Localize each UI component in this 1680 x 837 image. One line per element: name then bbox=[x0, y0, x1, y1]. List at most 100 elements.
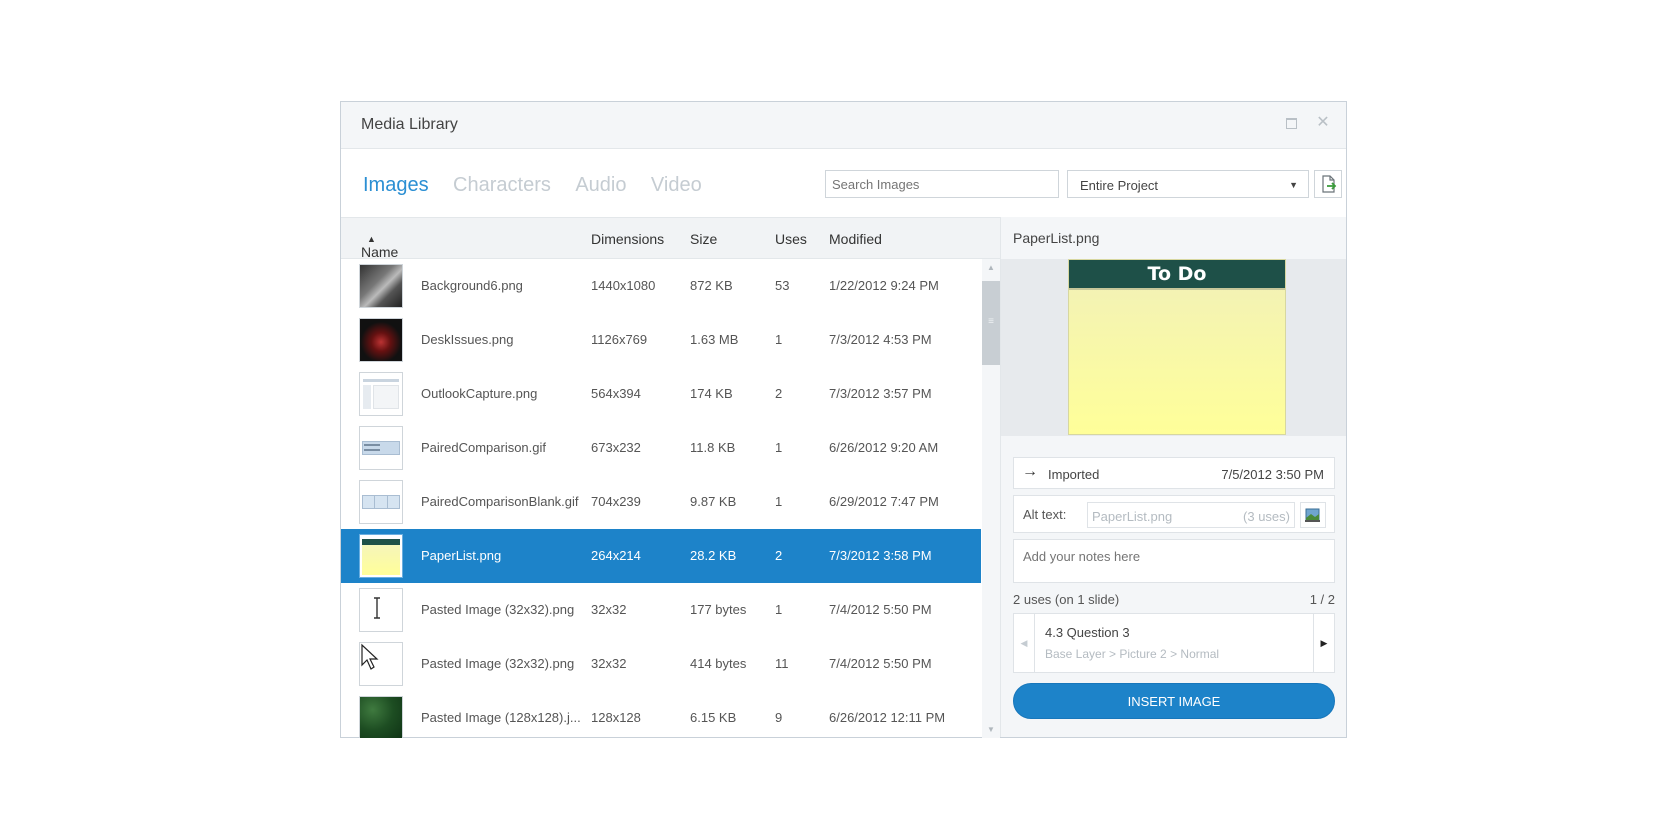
arrow-right-icon: → bbox=[1022, 463, 1038, 480]
usage-card: ◀ 4.3 Question 3 Base Layer > Picture 2 … bbox=[1013, 613, 1335, 673]
scroll-thumb[interactable]: ≡ bbox=[982, 281, 1000, 365]
alt-text-field[interactable]: PaperList.png (3 uses) bbox=[1087, 502, 1295, 528]
export-button[interactable] bbox=[1314, 170, 1342, 198]
list-scrollbar[interactable]: ▲ ≡ ▼ bbox=[982, 259, 1000, 738]
table-row[interactable]: PairedComparisonBlank.gif 704x239 9.87 K… bbox=[341, 475, 981, 529]
file-uses: 1 bbox=[775, 440, 783, 455]
image-preview: To Do bbox=[1001, 259, 1346, 436]
table-row[interactable]: DeskIssues.png 1126x769 1.63 MB 1 7/3/20… bbox=[341, 313, 981, 367]
file-size: 28.2 KB bbox=[690, 548, 737, 563]
file-size: 414 bytes bbox=[690, 656, 747, 671]
table-row[interactable]: PairedComparison.gif 673x232 11.8 KB 1 6… bbox=[341, 421, 981, 475]
media-library-window: Media Library ✕ Images Characters Audio … bbox=[340, 101, 1347, 738]
imported-label: Imported bbox=[1048, 467, 1100, 482]
insert-image-button[interactable]: INSERT IMAGE bbox=[1013, 683, 1335, 719]
file-uses: 1 bbox=[775, 494, 783, 509]
file-uses: 1 bbox=[775, 602, 783, 617]
file-modified: 7/3/2012 3:57 PM bbox=[829, 386, 932, 401]
media-type-tabs: Images Characters Audio Video bbox=[363, 174, 722, 197]
thumbnail-image bbox=[359, 588, 403, 632]
table-row[interactable]: Pasted Image (32x32).png 32x32 414 bytes… bbox=[341, 637, 981, 691]
file-modified: 1/22/2012 9:24 PM bbox=[829, 278, 939, 293]
window-title: Media Library bbox=[361, 116, 458, 133]
thumbnail-image bbox=[359, 372, 403, 416]
details-panel: PaperList.png To Do → Imported 7/5/2012 … bbox=[1000, 217, 1346, 737]
scroll-up-icon[interactable]: ▲ bbox=[987, 263, 995, 272]
table-row[interactable]: Pasted Image (32x32).png 32x32 177 bytes… bbox=[341, 583, 981, 637]
alt-text-label: Alt text: bbox=[1023, 507, 1067, 522]
alt-text-value: PaperList.png bbox=[1092, 509, 1173, 524]
column-modified-header[interactable]: Modified bbox=[829, 231, 882, 247]
scope-dropdown[interactable]: Entire Project ▼ bbox=[1067, 170, 1309, 198]
chevron-left-icon: ◀ bbox=[1020, 638, 1028, 648]
tab-images[interactable]: Images bbox=[363, 174, 429, 197]
maximize-icon bbox=[1285, 118, 1297, 129]
file-dimensions: 704x239 bbox=[591, 494, 641, 509]
media-list: Background6.png 1440x1080 872 KB 53 1/22… bbox=[341, 259, 981, 738]
uses-summary: 2 uses (on 1 slide) bbox=[1013, 592, 1120, 607]
file-name: OutlookCapture.png bbox=[421, 386, 538, 401]
usage-slide[interactable]: 4.3 Question 3 bbox=[1045, 625, 1130, 640]
imported-date: 7/5/2012 3:50 PM bbox=[1221, 467, 1324, 482]
thumbnail-image bbox=[359, 264, 403, 308]
column-size-header[interactable]: Size bbox=[690, 231, 717, 247]
search-input[interactable] bbox=[825, 170, 1059, 198]
file-modified: 6/29/2012 7:47 PM bbox=[829, 494, 939, 509]
file-size: 1.63 MB bbox=[690, 332, 739, 347]
text-cursor-icon bbox=[374, 597, 380, 619]
chevron-down-icon: ▼ bbox=[1289, 180, 1298, 190]
scroll-down-icon[interactable]: ▼ bbox=[987, 725, 995, 734]
thumbnail-image bbox=[359, 534, 403, 578]
file-name: Background6.png bbox=[421, 278, 523, 293]
table-row[interactable]: Background6.png 1440x1080 872 KB 53 1/22… bbox=[341, 259, 981, 313]
close-button[interactable]: ✕ bbox=[1314, 114, 1332, 132]
list-header: Name ▲ Dimensions Size Uses Modified bbox=[341, 217, 1000, 260]
file-name: PairedComparisonBlank.gif bbox=[421, 494, 579, 509]
file-uses: 2 bbox=[775, 386, 783, 401]
file-size: 11.8 KB bbox=[690, 440, 736, 455]
thumbnail-image bbox=[359, 318, 403, 362]
preview-image-heading: To Do bbox=[1147, 263, 1207, 285]
export-file-icon bbox=[1322, 175, 1337, 193]
file-uses: 2 bbox=[775, 548, 783, 563]
file-modified: 6/26/2012 9:20 AM bbox=[829, 440, 939, 455]
maximize-button[interactable] bbox=[1282, 114, 1300, 132]
column-name-header[interactable]: Name ▲ bbox=[361, 231, 398, 260]
file-uses: 1 bbox=[775, 332, 783, 347]
table-row-selected[interactable]: PaperList.png 264x214 28.2 KB 2 7/3/2012… bbox=[341, 529, 981, 583]
chevron-right-icon: ▶ bbox=[1320, 638, 1328, 648]
alt-text-uses: (3 uses) bbox=[1243, 509, 1290, 524]
file-dimensions: 32x32 bbox=[591, 656, 627, 671]
file-modified: 7/3/2012 4:53 PM bbox=[829, 332, 932, 347]
picture-icon bbox=[1305, 508, 1320, 522]
alt-text-image-button[interactable] bbox=[1300, 502, 1326, 528]
file-name: PaperList.png bbox=[421, 548, 502, 563]
file-uses: 53 bbox=[775, 278, 790, 293]
table-row[interactable]: OutlookCapture.png 564x394 174 KB 2 7/3/… bbox=[341, 367, 981, 421]
column-dimensions-header[interactable]: Dimensions bbox=[591, 231, 664, 247]
file-dimensions: 1126x769 bbox=[591, 332, 648, 347]
next-usage-button[interactable]: ▶ bbox=[1313, 614, 1334, 672]
tab-video[interactable]: Video bbox=[651, 174, 702, 197]
notes-field[interactable] bbox=[1013, 539, 1335, 583]
tab-audio[interactable]: Audio bbox=[575, 174, 626, 197]
file-dimensions: 564x394 bbox=[591, 386, 641, 401]
table-row[interactable]: Pasted Image (128x128).j... 128x128 6.15… bbox=[341, 691, 981, 738]
tab-characters[interactable]: Characters bbox=[453, 174, 551, 197]
usage-pager: 1 / 2 bbox=[1309, 592, 1335, 607]
file-size: 9.87 KB bbox=[690, 494, 737, 509]
file-uses: 9 bbox=[775, 710, 783, 725]
file-name: DeskIssues.png bbox=[421, 332, 514, 347]
file-dimensions: 32x32 bbox=[591, 602, 627, 617]
file-uses: 11 bbox=[775, 656, 789, 671]
previous-usage-button[interactable]: ◀ bbox=[1014, 614, 1035, 672]
file-dimensions: 264x214 bbox=[591, 548, 641, 563]
thumbnail-image bbox=[359, 480, 403, 524]
preview-image-header: To Do bbox=[1069, 260, 1285, 290]
file-name: Pasted Image (32x32).png bbox=[421, 602, 575, 617]
column-uses-header[interactable]: Uses bbox=[775, 231, 807, 247]
scope-selected: Entire Project bbox=[1080, 178, 1159, 193]
mouse-pointer-icon bbox=[361, 643, 379, 670]
imported-info: → Imported 7/5/2012 3:50 PM bbox=[1013, 457, 1335, 489]
file-size: 177 bytes bbox=[690, 602, 747, 617]
